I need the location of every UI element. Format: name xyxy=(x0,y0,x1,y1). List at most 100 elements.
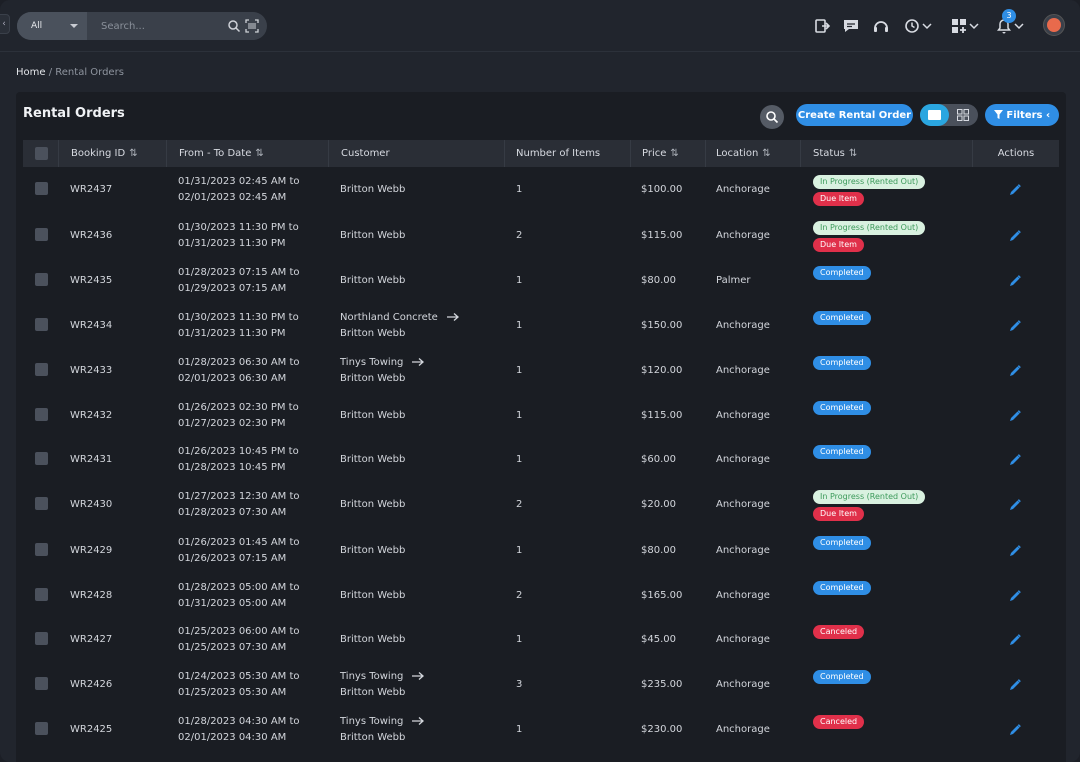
search-icon[interactable] xyxy=(227,19,241,33)
customer-name[interactable]: Britton Webb xyxy=(340,590,405,601)
chevron-down-icon[interactable] xyxy=(921,17,933,35)
number-of-items: 1 xyxy=(516,184,523,195)
chevron-down-icon[interactable] xyxy=(968,17,980,35)
edit-icon[interactable] xyxy=(1008,498,1022,512)
booking-id[interactable]: WR2430 xyxy=(70,499,112,510)
row-checkbox[interactable] xyxy=(35,363,48,376)
table-row[interactable]: WR2429 01/26/2023 01:45 AM to 01/26/2023 0… xyxy=(23,529,1059,574)
history-icon[interactable] xyxy=(903,17,921,35)
booking-id[interactable]: WR2431 xyxy=(70,454,112,465)
row-checkbox[interactable] xyxy=(35,182,48,195)
row-checkbox[interactable] xyxy=(35,228,48,241)
row-checkbox[interactable] xyxy=(35,722,48,735)
chat-icon[interactable] xyxy=(842,17,860,35)
price: $20.00 xyxy=(641,499,676,510)
customer-name[interactable]: Britton Webb xyxy=(340,634,405,645)
search-input[interactable] xyxy=(101,20,221,32)
customer-name[interactable]: Tinys Towing xyxy=(340,671,425,682)
row-checkbox[interactable] xyxy=(35,273,48,286)
booking-id[interactable]: WR2426 xyxy=(70,679,112,690)
table-row[interactable]: WR2434 01/30/2023 11:30 PM to 01/31/2023 1… xyxy=(23,304,1059,349)
booking-id[interactable]: WR2428 xyxy=(70,590,112,601)
customer-name[interactable]: Britton Webb xyxy=(340,499,405,510)
support-icon[interactable] xyxy=(872,17,890,35)
date-to: 01/28/2023 10:45 PM xyxy=(178,462,286,473)
edit-icon[interactable] xyxy=(1008,274,1022,288)
table-row[interactable]: WR2436 01/30/2023 11:30 PM to 01/31/2023 1… xyxy=(23,214,1059,259)
date-from: 01/28/2023 06:30 AM to xyxy=(178,357,300,368)
search-scope-label: All xyxy=(31,21,43,31)
logout-icon[interactable] xyxy=(813,17,831,35)
row-checkbox[interactable] xyxy=(35,543,48,556)
list-view-toggle[interactable] xyxy=(920,104,949,126)
booking-id[interactable]: WR2432 xyxy=(70,410,112,421)
row-checkbox[interactable] xyxy=(35,452,48,465)
edit-icon[interactable] xyxy=(1008,364,1022,378)
collapse-sidebar-icon[interactable]: ‹ xyxy=(0,14,10,34)
table-row[interactable]: WR2432 01/26/2023 02:30 PM to 01/27/2023 0… xyxy=(23,394,1059,439)
edit-icon[interactable] xyxy=(1008,633,1022,647)
column-status[interactable]: Status ⇅ xyxy=(800,140,972,167)
customer-name[interactable]: Northland Concrete xyxy=(340,312,460,323)
customer-name[interactable]: Tinys Towing xyxy=(340,716,425,727)
booking-id[interactable]: WR2425 xyxy=(70,724,112,735)
apps-grid-icon[interactable] xyxy=(950,17,968,35)
select-all-checkbox[interactable] xyxy=(35,147,48,160)
create-rental-order-button[interactable]: Create Rental Order xyxy=(796,104,913,126)
search-scope-dropdown[interactable]: All xyxy=(17,12,87,40)
chevron-down-icon[interactable] xyxy=(1013,17,1025,35)
booking-id[interactable]: WR2433 xyxy=(70,365,112,376)
customer-name[interactable]: Tinys Towing xyxy=(340,357,425,368)
booking-id[interactable]: WR2436 xyxy=(70,230,112,241)
row-checkbox[interactable] xyxy=(35,497,48,510)
barcode-scan-icon[interactable] xyxy=(245,19,259,33)
edit-icon[interactable] xyxy=(1008,544,1022,558)
number-of-items: 3 xyxy=(516,679,523,690)
table-row[interactable]: WR2435 01/28/2023 07:15 AM to 01/29/2023 0… xyxy=(23,259,1059,304)
edit-icon[interactable] xyxy=(1008,409,1022,423)
row-checkbox[interactable] xyxy=(35,677,48,690)
customer-name[interactable]: Britton Webb xyxy=(340,410,405,421)
edit-icon[interactable] xyxy=(1008,183,1022,197)
booking-id[interactable]: WR2435 xyxy=(70,275,112,286)
column-date-range[interactable]: From - To Date ⇅ xyxy=(166,140,328,167)
table-row[interactable]: WR2426 01/24/2023 05:30 AM to 01/25/2023 0… xyxy=(23,663,1059,708)
table-row[interactable]: WR2433 01/28/2023 06:30 AM to 02/01/2023 0… xyxy=(23,349,1059,394)
customer-name[interactable]: Britton Webb xyxy=(340,454,405,465)
row-checkbox[interactable] xyxy=(35,588,48,601)
row-checkbox[interactable] xyxy=(35,408,48,421)
row-checkbox[interactable] xyxy=(35,632,48,645)
column-actions: Actions xyxy=(972,140,1059,167)
table-search-button[interactable] xyxy=(760,105,784,129)
edit-icon[interactable] xyxy=(1008,589,1022,603)
column-booking-id[interactable]: Booking ID ⇅ xyxy=(58,140,166,167)
booking-id[interactable]: WR2434 xyxy=(70,320,112,331)
filters-button[interactable]: Filters ‹ xyxy=(985,104,1059,126)
column-location[interactable]: Location ⇅ xyxy=(705,140,800,167)
grid-view-icon[interactable] xyxy=(957,109,969,121)
table-row[interactable]: WR2425 01/28/2023 04:30 AM to 02/01/2023 0… xyxy=(23,708,1059,753)
table-row[interactable]: WR2427 01/25/2023 06:00 AM to 01/25/2023 0… xyxy=(23,618,1059,663)
customer-name[interactable]: Britton Webb xyxy=(340,545,405,556)
table-row[interactable]: WR2428 01/28/2023 05:00 AM to 01/31/2023 0… xyxy=(23,574,1059,619)
customer-name[interactable]: Britton Webb xyxy=(340,275,405,286)
edit-icon[interactable] xyxy=(1008,723,1022,737)
table-row[interactable]: WR2437 01/31/2023 02:45 AM to 02/01/2023 0… xyxy=(23,168,1059,213)
edit-icon[interactable] xyxy=(1008,453,1022,467)
column-price[interactable]: Price ⇅ xyxy=(630,140,705,167)
edit-icon[interactable] xyxy=(1008,229,1022,243)
avatar[interactable] xyxy=(1043,14,1065,36)
booking-id[interactable]: WR2427 xyxy=(70,634,112,645)
booking-id[interactable]: WR2437 xyxy=(70,184,112,195)
customer-name[interactable]: Britton Webb xyxy=(340,184,405,195)
edit-icon[interactable] xyxy=(1008,319,1022,333)
row-checkbox[interactable] xyxy=(35,318,48,331)
table-row[interactable]: WR2430 01/27/2023 12:30 AM to 01/28/2023 0… xyxy=(23,483,1059,528)
status-cell: Completed xyxy=(813,536,871,550)
booking-id[interactable]: WR2429 xyxy=(70,545,112,556)
edit-icon[interactable] xyxy=(1008,678,1022,692)
number-of-items: 1 xyxy=(516,365,523,376)
breadcrumb-home[interactable]: Home xyxy=(16,67,46,78)
table-row[interactable]: WR2431 01/26/2023 10:45 PM to 01/28/2023 1… xyxy=(23,438,1059,483)
customer-name[interactable]: Britton Webb xyxy=(340,230,405,241)
